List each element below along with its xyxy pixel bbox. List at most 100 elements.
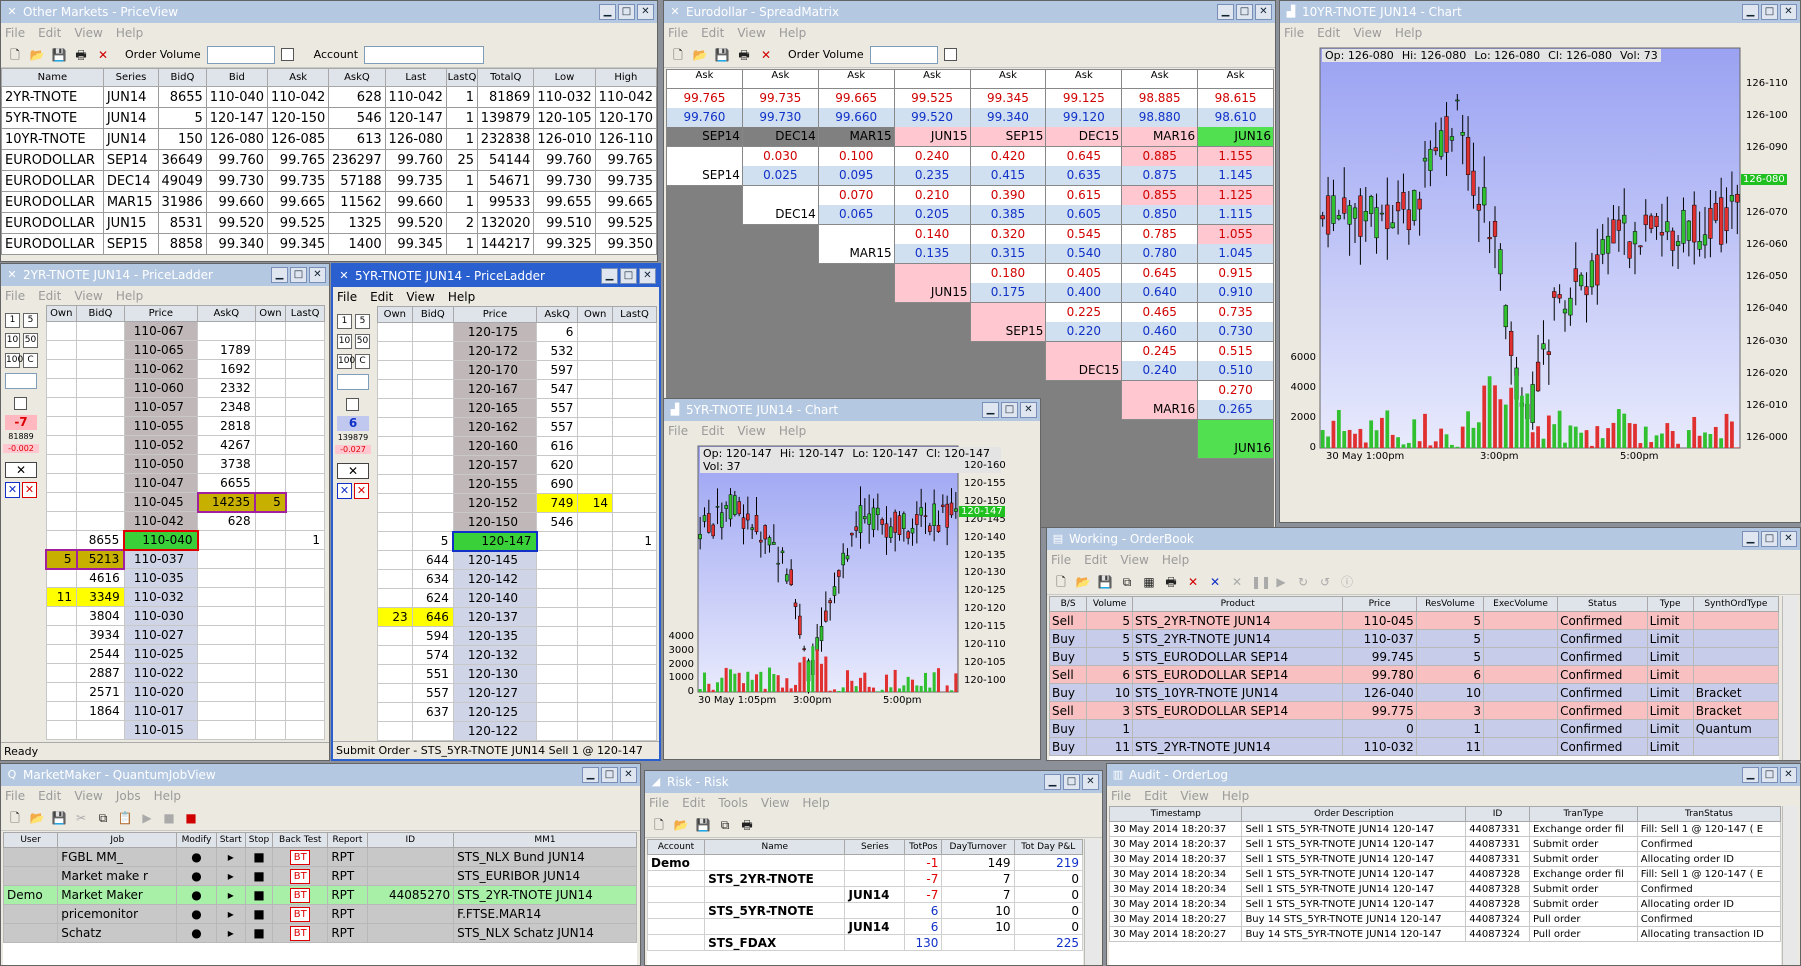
column-header[interactable]: Modify bbox=[176, 832, 217, 848]
ladder-cell[interactable] bbox=[45, 663, 78, 683]
spread-bid[interactable]: 0.460 bbox=[1122, 322, 1197, 341]
menu-edit[interactable]: Edit bbox=[38, 289, 61, 303]
spread-cell[interactable]: DEC15 bbox=[1045, 341, 1123, 381]
ladder-cell[interactable] bbox=[377, 626, 413, 646]
spread-cell[interactable]: 0.545 0.540 bbox=[1045, 224, 1123, 264]
ladder-2yr-titlebar[interactable]: ✕ 2YR-TNOTE JUN14 - PriceLadder ▁ □ ✕ bbox=[1, 264, 329, 286]
spread-ask[interactable]: 0.070 bbox=[819, 186, 894, 205]
spread-bid[interactable]: 0.400 bbox=[1046, 283, 1121, 302]
close-button[interactable]: ✕ bbox=[620, 767, 637, 783]
ladder-cell[interactable] bbox=[285, 663, 325, 683]
column-header[interactable]: LastQ bbox=[445, 68, 479, 87]
backtest-button[interactable]: BT bbox=[290, 926, 311, 941]
cancel-asks-icon[interactable]: ✕ bbox=[354, 483, 369, 499]
ladder-cell[interactable] bbox=[536, 664, 579, 684]
ladder-cell[interactable] bbox=[197, 606, 256, 626]
minimize-button[interactable]: ▁ bbox=[582, 767, 599, 783]
ladder-cell[interactable]: 546 bbox=[536, 512, 579, 532]
ladder-row[interactable]: 110-050 3738 bbox=[45, 454, 325, 474]
job-cell[interactable]: ▸ bbox=[215, 885, 246, 905]
ladder-cell[interactable]: 4267 bbox=[197, 435, 256, 455]
priceview-titlebar[interactable]: ✕ Other Markets - PriceView ▁ □ ✕ bbox=[1, 1, 657, 23]
quantity-key[interactable]: 100 bbox=[5, 353, 23, 368]
ladder-cell[interactable]: 2332 bbox=[197, 378, 256, 398]
table-row[interactable]: EURODOLLAR MAR15 31986 99.660 99.665 11562 99.… bbox=[1, 191, 657, 213]
maximize-button[interactable]: □ bbox=[1761, 531, 1778, 547]
outright-row[interactable]: 99.765 99.760 SEP14 99.735 99.730 DEC14 99.665… bbox=[666, 88, 1274, 147]
maximize-button[interactable]: □ bbox=[618, 4, 635, 20]
ladder-cell[interactable]: 3738 bbox=[197, 454, 256, 474]
ladder-cell[interactable] bbox=[536, 702, 579, 722]
ladder-cell[interactable] bbox=[377, 588, 413, 608]
job-cell[interactable]: ● bbox=[176, 923, 217, 943]
quantity-key[interactable]: C bbox=[355, 354, 370, 369]
ladder-cell[interactable] bbox=[577, 322, 613, 342]
table-row[interactable]: EURODOLLAR SEP15 8858 99.340 99.345 1400 99.34… bbox=[1, 233, 657, 255]
spread-cell[interactable]: 0.915 0.910 bbox=[1197, 263, 1274, 303]
ladder-cell[interactable] bbox=[377, 645, 413, 665]
spread-cell[interactable] bbox=[1121, 419, 1198, 459]
column-header[interactable]: Stop bbox=[244, 832, 274, 848]
backtest-button[interactable]: BT bbox=[290, 869, 311, 884]
menu-help[interactable]: Help bbox=[116, 26, 143, 40]
ladder-cell[interactable]: 690 bbox=[536, 474, 579, 494]
spread-cell[interactable]: 0.615 0.605 bbox=[1045, 185, 1123, 225]
backtest-button[interactable]: BT bbox=[290, 850, 311, 865]
menu-view[interactable]: View bbox=[74, 26, 102, 40]
ladder-cell[interactable] bbox=[377, 512, 413, 532]
ladder-cell[interactable]: 110-052 bbox=[123, 435, 199, 455]
spread-cell[interactable]: SEP14 bbox=[666, 146, 743, 186]
job-cell[interactable]: ■ bbox=[244, 923, 274, 943]
ladder-row[interactable]: 2544 110-025 bbox=[45, 644, 325, 664]
menu-edit[interactable]: Edit bbox=[1084, 553, 1107, 567]
ladder-cell[interactable]: 5 bbox=[45, 548, 78, 570]
menu-file[interactable]: File bbox=[5, 789, 25, 803]
ladder-row[interactable]: 4616 110-035 bbox=[45, 568, 325, 588]
ladder-cell[interactable] bbox=[577, 512, 613, 532]
ladder-cell[interactable]: 120-152 bbox=[452, 493, 538, 513]
column-header[interactable]: Low bbox=[533, 68, 596, 87]
job-cell[interactable]: ▸ bbox=[215, 866, 246, 886]
ladder-cell[interactable] bbox=[611, 360, 658, 380]
job-cell[interactable]: ▸ bbox=[215, 904, 246, 924]
job-cell[interactable]: RPT bbox=[327, 923, 368, 943]
jobview-titlebar[interactable]: Q MarketMaker - QuantumJobView ▁ □ ✕ bbox=[1, 764, 640, 786]
spread-cell[interactable]: 0.855 0.850 bbox=[1121, 185, 1199, 225]
log-row[interactable]: 30 May 2014 18:20:27 Buy 14 STS_5YR-TNOTE… bbox=[1109, 926, 1781, 942]
ladder-cell[interactable] bbox=[45, 359, 78, 379]
spread-bid[interactable]: 0.175 bbox=[970, 283, 1045, 302]
minimize-button[interactable]: ▁ bbox=[1742, 767, 1759, 783]
ladder-cell[interactable] bbox=[76, 720, 125, 740]
job-cell[interactable]: ■ bbox=[244, 847, 274, 867]
ladder-cell[interactable]: 620 bbox=[536, 455, 579, 475]
column-header[interactable]: TranType bbox=[1528, 806, 1638, 822]
spread-row[interactable]: DEC15 0.245 0.240 0.515 0.510 bbox=[666, 341, 1274, 381]
ladder-cell[interactable] bbox=[611, 512, 658, 532]
spread-bid[interactable]: 0.635 bbox=[1046, 166, 1121, 185]
ladder-cell[interactable] bbox=[197, 625, 256, 645]
column-header[interactable]: Job bbox=[57, 832, 178, 848]
job-cell[interactable]: RPT bbox=[327, 885, 368, 905]
spread-bid[interactable]: 0.875 bbox=[1122, 166, 1197, 185]
menu-view[interactable]: View bbox=[737, 424, 765, 438]
ladder-cell[interactable] bbox=[536, 569, 579, 589]
ladder-cell[interactable] bbox=[285, 511, 325, 531]
spread-cell[interactable]: 0.885 0.875 bbox=[1121, 146, 1199, 186]
backtest-button[interactable]: BT bbox=[290, 907, 311, 922]
spread-bid[interactable]: 0.235 bbox=[895, 166, 970, 185]
cancel-all-icon[interactable]: ✕ bbox=[1207, 574, 1223, 590]
ladder-cell[interactable] bbox=[611, 417, 658, 437]
ladder-cell[interactable] bbox=[536, 607, 579, 627]
close-button[interactable]: ✕ bbox=[1082, 774, 1099, 790]
ladder-cell[interactable]: 23 bbox=[377, 607, 413, 627]
menu-help[interactable]: Help bbox=[779, 26, 806, 40]
ladder-cell[interactable] bbox=[411, 493, 454, 513]
ladder-cell[interactable]: 120-175 bbox=[452, 322, 538, 342]
ladder-cell[interactable]: 624 bbox=[411, 588, 454, 608]
ladder-row[interactable]: 120-122 bbox=[377, 721, 658, 741]
ladder-cell[interactable] bbox=[76, 321, 125, 341]
ladder-cell[interactable] bbox=[577, 417, 613, 437]
ladder-cell[interactable]: 110-020 bbox=[123, 682, 199, 702]
spread-ask[interactable]: 0.270 bbox=[1198, 381, 1273, 400]
ladder-cell[interactable]: 634 bbox=[411, 569, 454, 589]
